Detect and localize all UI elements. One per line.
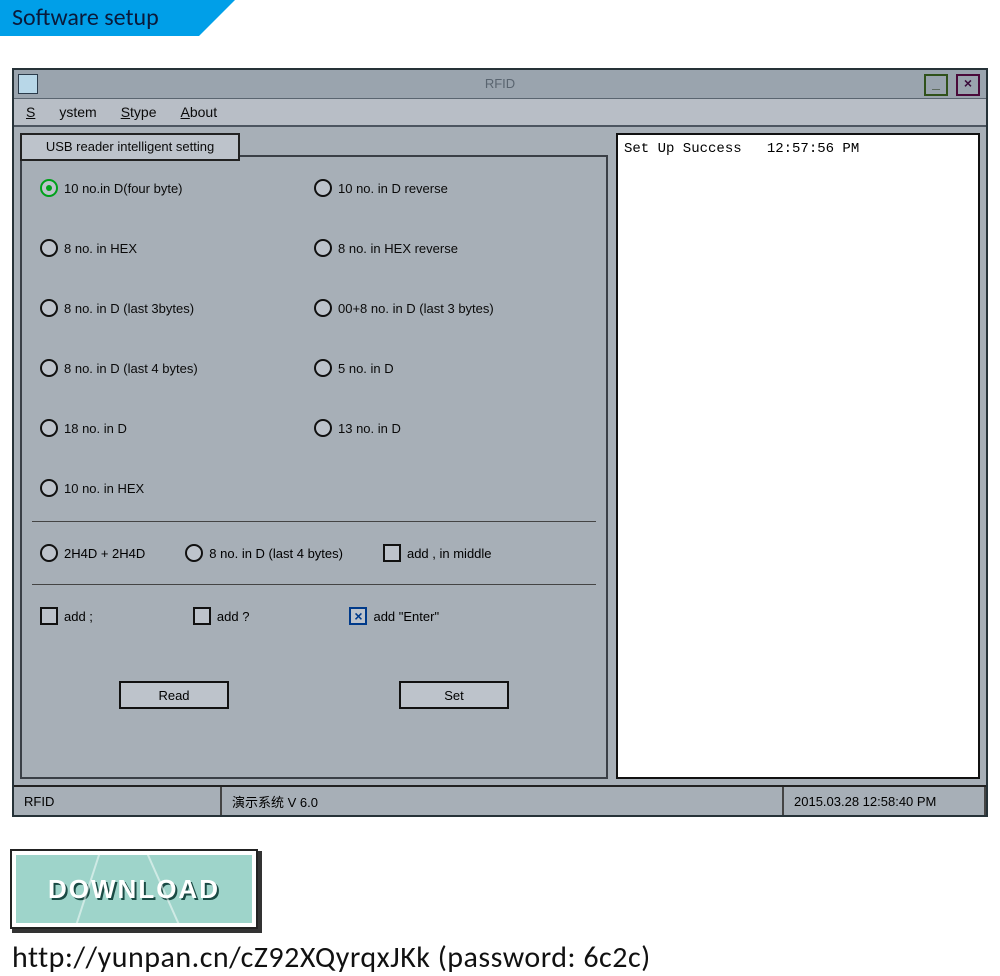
- download-button[interactable]: DOWNLOAD: [12, 851, 256, 927]
- radio-grid: 10 no.in D(four byte) 10 no. in D revers…: [32, 167, 596, 507]
- settings-pane: USB reader intelligent setting Output fo…: [20, 133, 608, 779]
- radio-18-d[interactable]: 18 no. in D: [40, 419, 314, 437]
- radio-5-d[interactable]: 5 no. in D: [314, 359, 588, 377]
- radio-8-hex[interactable]: 8 no. in HEX: [40, 239, 314, 257]
- menu-system[interactable]: System: [14, 104, 109, 120]
- radio-13-d[interactable]: 13 no. in D: [314, 419, 588, 437]
- radio-8-d-last4-b[interactable]: 8 no. in D (last 4 bytes): [185, 544, 343, 562]
- app-icon: [18, 74, 38, 94]
- log-pane: Set Up Success 12:57:56 PM: [616, 133, 980, 779]
- check-add-semicolon[interactable]: add ;: [40, 607, 93, 625]
- radio-00-8-d-last3[interactable]: 00+8 no. in D (last 3 bytes): [314, 299, 588, 317]
- check-add-enter[interactable]: ×add "Enter": [349, 607, 439, 625]
- download-url: http://yunpan.cn/cZ92XQyrqxJKk (password…: [12, 939, 1000, 976]
- row-terminators: add ; add ? ×add "Enter": [32, 599, 596, 633]
- menu-about[interactable]: About: [169, 104, 230, 120]
- check-add-comma[interactable]: add , in middle: [383, 544, 492, 562]
- output-format-group: Output format setting 10 no.in D(four by…: [20, 155, 608, 779]
- read-button[interactable]: Read: [119, 681, 229, 709]
- radio-10-hex[interactable]: 10 no. in HEX: [40, 479, 314, 497]
- status-app: RFID: [14, 787, 222, 815]
- minimize-button[interactable]: _: [924, 74, 948, 96]
- app-window: RFID _ × System Stype About USB reader i…: [12, 68, 988, 817]
- radio-8-hex-reverse[interactable]: 8 no. in HEX reverse: [314, 239, 588, 257]
- radio-8-d-last3[interactable]: 8 no. in D (last 3bytes): [40, 299, 314, 317]
- tab-usb-reader[interactable]: USB reader intelligent setting: [20, 133, 240, 161]
- page-header: Software setup: [0, 0, 1000, 50]
- menu-stype[interactable]: Stype: [109, 104, 169, 120]
- status-datetime: 2015.03.28 12:58:40 PM: [784, 787, 986, 815]
- download-label: DOWNLOAD: [48, 874, 220, 905]
- radio-10-d-reverse[interactable]: 10 no. in D reverse: [314, 179, 588, 197]
- radio-10-d-four-byte[interactable]: 10 no.in D(four byte): [40, 179, 314, 197]
- check-add-question[interactable]: add ?: [193, 607, 250, 625]
- radio-2h4d[interactable]: 2H4D + 2H4D: [40, 544, 145, 562]
- separator-1: [32, 521, 596, 522]
- page-title: Software setup: [0, 0, 199, 36]
- row-secondary: 2H4D + 2H4D 8 no. in D (last 4 bytes) ad…: [32, 536, 596, 570]
- title-bar: RFID _ ×: [14, 70, 986, 99]
- status-version: 演示系统 V 6.0: [222, 787, 784, 815]
- status-bar: RFID 演示系统 V 6.0 2015.03.28 12:58:40 PM: [14, 785, 986, 815]
- close-button[interactable]: ×: [956, 74, 980, 96]
- menu-bar: System Stype About: [14, 99, 986, 127]
- separator-2: [32, 584, 596, 585]
- radio-8-d-last4[interactable]: 8 no. in D (last 4 bytes): [40, 359, 314, 377]
- window-title: RFID: [14, 70, 986, 98]
- set-button[interactable]: Set: [399, 681, 509, 709]
